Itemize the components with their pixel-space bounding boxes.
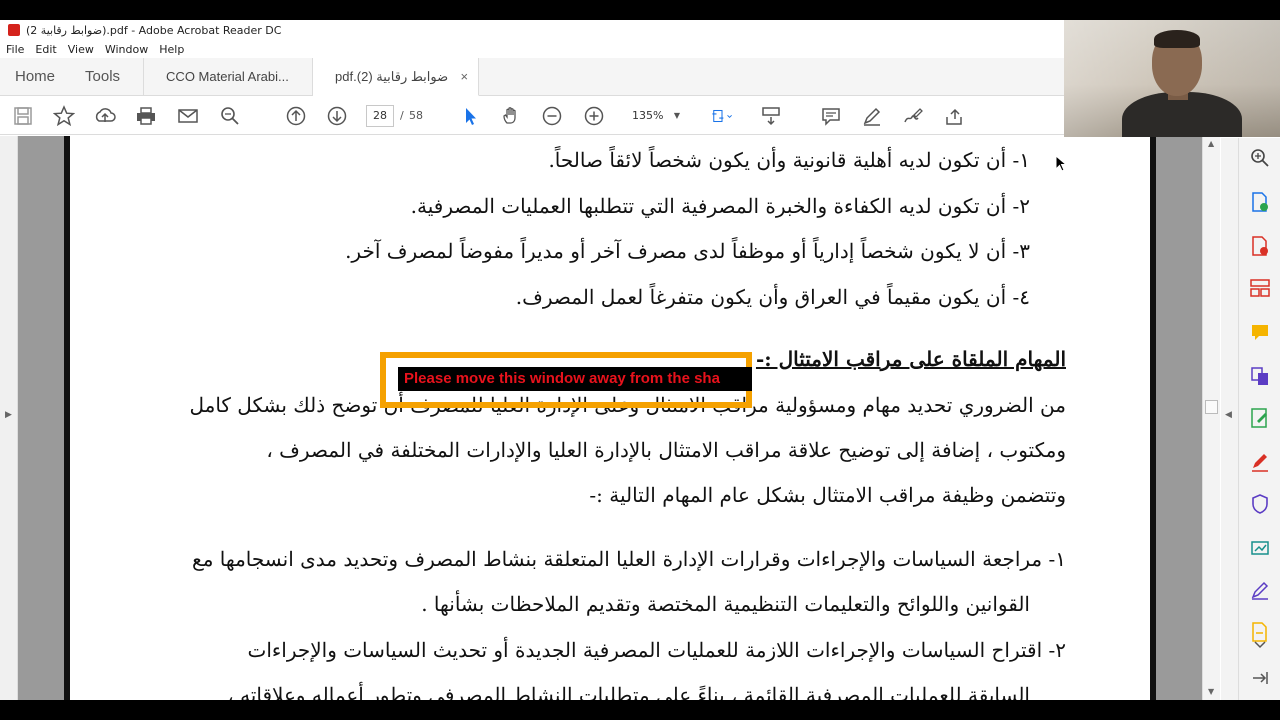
document-area: ▶ ١- أن تكون لديه أهلية قانونية وأن يكون… (0, 136, 1220, 700)
paragraph-line-2: ومكتوب ، إضافة إلى توضيح علاقة مراقب الا… (266, 438, 1066, 462)
fit-page-icon[interactable] (706, 105, 738, 127)
document-line-4: ٤- أن يكون مقيماً في العراق وأن يكون متف… (515, 285, 1030, 309)
organize-pages-icon[interactable] (1248, 276, 1272, 300)
menu-help[interactable]: Help (159, 43, 184, 56)
tab-home[interactable]: Home (0, 58, 70, 95)
create-pdf-icon[interactable] (1248, 234, 1272, 258)
list-item-1-line-2: القوانين واللوائح والتعليمات التنظيمية ا… (421, 592, 1030, 616)
combine-files-icon[interactable] (1248, 364, 1272, 388)
tools-panel (1238, 138, 1280, 700)
paragraph-line-3: وتتضمن وظيفة مراقب الامتثال بشكل عام الم… (589, 483, 1066, 507)
chevron-down-icon: ▼ (673, 111, 680, 120)
page-total: 58 (409, 109, 423, 122)
screen-share-warning-overlay[interactable]: Please move this window away from the sh… (380, 352, 752, 408)
right-panel-toggle[interactable]: ◀ (1221, 138, 1238, 700)
pdf-page: ١- أن تكون لديه أهلية قانونية وأن يكون ش… (64, 136, 1156, 700)
print-icon[interactable] (135, 105, 157, 127)
left-navigation-strip[interactable]: ▶ (0, 136, 18, 700)
document-line-1: ١- أن تكون لديه أهلية قانونية وأن يكون ش… (548, 148, 1030, 172)
highlight-pen-icon[interactable] (861, 105, 883, 127)
scroll-up-icon[interactable]: ▲ (1208, 139, 1214, 148)
scroll-down-icon[interactable]: ▼ (1208, 687, 1214, 696)
scroll-mode-icon[interactable] (760, 105, 782, 127)
tab-document-cco-label: CCO Material Arabi... (166, 69, 289, 84)
comment-icon[interactable] (820, 105, 842, 127)
send-track-icon[interactable] (1248, 536, 1272, 560)
tab-tools[interactable]: Tools (70, 58, 135, 95)
page-up-icon[interactable] (285, 105, 307, 127)
expand-left-panel-icon[interactable]: ▶ (5, 410, 12, 420)
collapse-right-panel-icon[interactable]: ◀ (1225, 410, 1232, 420)
edit-pdf-icon[interactable] (1248, 406, 1272, 430)
fill-sign-icon[interactable] (1248, 450, 1272, 474)
zoom-level-select[interactable]: 135% ▼ (626, 105, 684, 127)
page-separator: / (400, 109, 404, 122)
zoom-out-icon[interactable] (541, 105, 563, 127)
vertical-scrollbar[interactable]: ▲ ▼ (1202, 136, 1220, 700)
chevron-down-icon[interactable] (1248, 638, 1272, 652)
list-item-2-line-1: ٢- اقتراح السياسات والإجراءات اللازمة لل… (247, 638, 1066, 662)
page-down-icon[interactable] (326, 105, 348, 127)
warning-message: Please move this window away from the sh… (404, 370, 720, 387)
section-heading: المهام الملقاة على مراقب الامتثال :- (755, 347, 1066, 371)
search-icon[interactable] (219, 105, 241, 127)
zoom-in-icon[interactable] (583, 105, 605, 127)
hand-icon[interactable] (500, 105, 522, 127)
expand-icon[interactable] (1248, 666, 1272, 690)
more-tools-icon[interactable] (1248, 578, 1272, 602)
upload-icon[interactable] (94, 105, 116, 127)
menu-view[interactable]: View (68, 43, 94, 56)
tab-document-cco[interactable]: CCO Material Arabi... (143, 58, 314, 95)
tab-document-active-label: ضوابط رقابية (2).pdf (335, 68, 449, 84)
document-line-2: ٢- أن تكون لديه الكفاءة والخبرة المصرفية… (410, 194, 1030, 218)
select-cursor-icon[interactable] (460, 105, 482, 127)
email-icon[interactable] (177, 105, 199, 127)
menu-file[interactable]: File (6, 43, 24, 56)
zoom-level-value: 135% (632, 109, 664, 122)
page-number-input[interactable]: 28 (366, 105, 394, 127)
warning-bar: Please move this window away from the sh… (398, 367, 752, 391)
acrobat-logo-icon (8, 24, 20, 36)
list-item-2-line-2: السابقة للعمليات المصرفية القائمة ، بناء… (227, 683, 1030, 700)
window-title: (ضوابط رقابية 2).pdf - Adobe Acrobat Rea… (26, 23, 282, 37)
comment-tool-icon[interactable] (1248, 320, 1272, 344)
save-icon[interactable] (12, 105, 34, 127)
list-item-1-line-1: ١- مراجعة السياسات والإجراءات وقرارات ال… (192, 547, 1066, 571)
mouse-cursor-icon (1055, 154, 1068, 177)
share-icon[interactable] (943, 105, 965, 127)
menu-window[interactable]: Window (105, 43, 148, 56)
sign-icon[interactable] (902, 105, 924, 127)
tab-document-active[interactable]: ضوابط رقابية (2).pdf × (313, 58, 480, 96)
scrollbar-thumb[interactable] (1205, 400, 1218, 414)
document-line-3: ٣- أن لا يكون شخصاً إدارياً أو موظفاً لد… (345, 239, 1030, 263)
menu-bar: File Edit View Window Help (0, 40, 195, 58)
webcam-video-overlay (1064, 20, 1280, 137)
close-tab-icon[interactable]: × (460, 69, 468, 84)
search-zoom-icon[interactable] (1248, 146, 1272, 170)
protect-icon[interactable] (1248, 492, 1272, 516)
bottom-black-bar (0, 700, 1280, 720)
menu-edit[interactable]: Edit (35, 43, 56, 56)
bookmark-star-icon[interactable] (53, 105, 75, 127)
export-pdf-icon[interactable] (1248, 190, 1272, 214)
